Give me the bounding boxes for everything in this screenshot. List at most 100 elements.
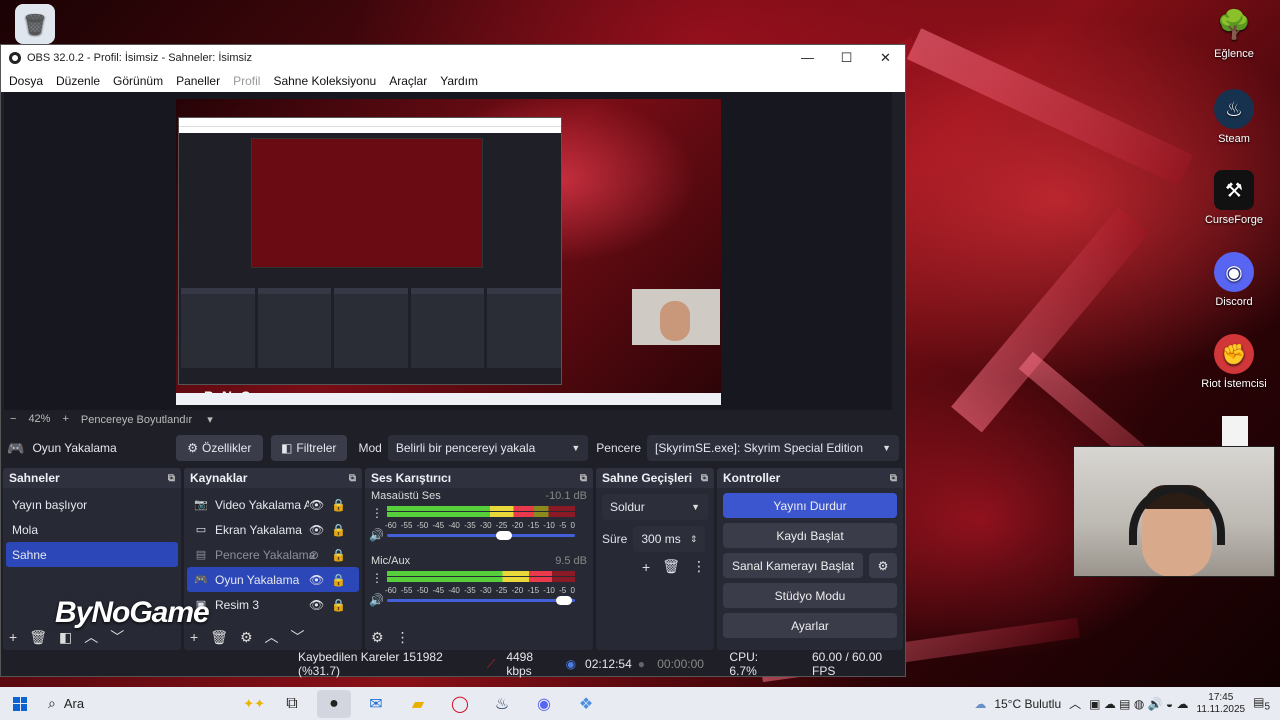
add-icon[interactable]: +	[642, 559, 650, 575]
outlook-icon[interactable]: ✉	[359, 690, 393, 718]
spin-arrows-icon[interactable]: ⇕	[690, 534, 698, 545]
eye-icon[interactable]: 👁	[309, 498, 324, 512]
speaker-icon[interactable]: 🔊	[369, 593, 384, 607]
undock-icon[interactable]: ⧉	[890, 473, 897, 484]
mode-select[interactable]: Belirli bir pencereyi yakala ▼	[387, 435, 589, 461]
clock[interactable]: 17:45 11.11.2025	[1197, 692, 1246, 716]
lock-icon[interactable]: 🔒	[331, 498, 346, 512]
eye-off-icon[interactable]: ⊘	[309, 548, 319, 562]
weather[interactable]: 15°C Bulutlu	[994, 697, 1061, 711]
eye-icon[interactable]: 👁	[309, 598, 324, 612]
scene-item[interactable]: Yayın başlıyor	[6, 492, 178, 517]
more-icon[interactable]: ⋮	[396, 629, 410, 646]
meter-tick: -55	[400, 586, 413, 595]
window-select[interactable]: [SkyrimSE.exe]: Skyrim Special Edition ▼	[647, 435, 899, 461]
opera-icon[interactable]: ◯	[443, 690, 477, 718]
discord-taskbar-icon[interactable]: ◉	[527, 690, 561, 718]
volume-slider[interactable]	[387, 531, 575, 540]
transition-select[interactable]: Soldur ▼	[602, 494, 708, 520]
start-recording-button[interactable]: Kaydı Başlat	[723, 523, 897, 548]
speaker-icon[interactable]: 🔊	[369, 528, 384, 542]
more-icon[interactable]: ⋮	[371, 506, 383, 520]
filter-icon[interactable]: ◧	[59, 629, 72, 646]
source-item[interactable]: ▣ Resim 3 👁 🔒	[187, 592, 359, 617]
lock-icon[interactable]: 🔒	[331, 548, 346, 562]
desktop-icon-curseforge[interactable]: ⚒ CurseForge	[1199, 170, 1269, 226]
source-item-hidden[interactable]: ▤ Pencere Yakalama ⊘ 🔒	[187, 542, 359, 567]
search-placeholder: Ara	[63, 696, 85, 711]
chevron-up-icon[interactable]: ︿	[84, 627, 98, 647]
zoom-in-button[interactable]: +	[62, 413, 68, 425]
source-item-selected[interactable]: 🎮 Oyun Yakalama 👁 🔒	[187, 567, 359, 592]
scene-item-selected[interactable]: Sahne	[6, 542, 178, 567]
obs-taskbar-icon[interactable]: ●	[317, 689, 351, 718]
start-virtual-camera-button[interactable]: Sanal Kamerayı Başlat	[723, 553, 863, 578]
maximize-button[interactable]: ☐	[827, 45, 866, 70]
menu-view[interactable]: Görünüm	[113, 74, 163, 88]
start-button[interactable]	[0, 696, 40, 711]
studio-mode-button[interactable]: Stüdyo Modu	[723, 583, 897, 608]
chevron-up-icon[interactable]: ︿	[1069, 695, 1081, 712]
source-item[interactable]: ▭ Ekran Yakalama 👁 🔒	[187, 517, 359, 542]
menu-docks[interactable]: Paneller	[176, 74, 220, 88]
properties-button[interactable]: ⚙ Özellikler	[175, 435, 263, 461]
fit-to-window-dropdown[interactable]: Pencereye Boyutlandır ▾	[81, 413, 213, 426]
desktop-icon-steam[interactable]: ♨ Steam	[1199, 89, 1269, 145]
folder-icon[interactable]: ▰	[401, 690, 435, 718]
menu-profile[interactable]: Profil	[233, 74, 260, 88]
recycle-bin-icon[interactable]: 🗑	[0, 4, 70, 48]
chevron-down-icon[interactable]: ﹀	[110, 627, 124, 647]
settings-button[interactable]: Ayarlar	[723, 613, 897, 638]
stop-streaming-button[interactable]: Yayını Durdur	[723, 493, 897, 518]
undock-icon[interactable]: ⧉	[580, 473, 587, 484]
undock-icon[interactable]: ⧉	[349, 473, 356, 484]
add-icon[interactable]: +	[9, 629, 17, 645]
lock-icon[interactable]: 🔒	[331, 573, 346, 587]
menu-tools[interactable]: Araçlar	[389, 74, 427, 88]
menu-file[interactable]: Dosya	[9, 74, 43, 88]
task-view-icon[interactable]: ⧉	[275, 690, 309, 718]
preview-area[interactable]: ByNoGame	[4, 92, 892, 410]
file-icon[interactable]	[1222, 416, 1248, 446]
volume-slider[interactable]	[387, 596, 575, 605]
filters-button[interactable]: ◧ Filtreler	[270, 435, 347, 461]
chevron-up-icon[interactable]: ︿	[265, 627, 279, 647]
desktop-icon-eglence[interactable]: 🌳 Eğlence	[1199, 4, 1269, 61]
zoom-out-button[interactable]: −	[10, 413, 16, 425]
steam-taskbar-icon[interactable]: ♨	[485, 690, 519, 718]
desktop-icon-discord[interactable]: ◉ Discord	[1199, 252, 1269, 308]
chevron-down-icon[interactable]: ﹀	[291, 627, 305, 647]
eye-icon[interactable]: 👁	[309, 573, 324, 587]
virtual-camera-settings-button[interactable]: ⚙	[869, 553, 897, 578]
lock-icon[interactable]: 🔒	[331, 598, 346, 612]
minimize-button[interactable]: —	[788, 45, 827, 70]
desktop-icon-label: CurseForge	[1204, 214, 1264, 226]
taskbar-search[interactable]: ⌕ Ara ✦✦	[40, 690, 275, 717]
duration-input[interactable]: 300 ms ⇕	[633, 526, 706, 552]
source-item[interactable]: 📷 Video Yakalama Ay 👁 🔒	[187, 492, 359, 517]
menu-help[interactable]: Yardım	[440, 74, 478, 88]
trash-icon[interactable]: 🗑	[210, 629, 228, 646]
tray-icons[interactable]: ▣ ☁ ▤ ◍ 🔊 ◒ ☁	[1089, 697, 1188, 711]
lock-icon[interactable]: 🔒	[331, 523, 346, 537]
menu-scene-collection[interactable]: Sahne Koleksiyonu	[273, 74, 376, 88]
meter-ticks: -60 -55 -50 -45 -40 -35 -30 -25 -20 -15 -10 -5 0	[385, 521, 575, 530]
menu-edit[interactable]: Düzenle	[56, 74, 100, 88]
gear-icon[interactable]: ⚙	[240, 629, 253, 646]
desktop-icon-riot[interactable]: ✊ Riot İstemcisi	[1199, 334, 1269, 390]
gear-icon[interactable]: ⚙	[371, 629, 384, 646]
channel-name: Mic/Aux	[371, 555, 411, 567]
close-button[interactable]: ✕	[866, 45, 905, 70]
undock-icon[interactable]: ⧉	[701, 473, 708, 484]
add-icon[interactable]: +	[190, 629, 198, 645]
trash-icon[interactable]: 🗑	[29, 629, 47, 646]
undock-icon[interactable]: ⧉	[168, 473, 175, 484]
program-preview[interactable]: ByNoGame	[176, 99, 721, 405]
eye-icon[interactable]: 👁	[309, 523, 324, 537]
scene-item[interactable]: Mola	[6, 517, 178, 542]
more-icon[interactable]: ⋮	[692, 558, 706, 575]
app-taskbar-icon[interactable]: ❖	[569, 690, 603, 718]
notification-icon[interactable]: ▤5	[1253, 695, 1270, 712]
more-icon[interactable]: ⋮	[371, 571, 383, 585]
trash-icon[interactable]: 🗑	[662, 558, 680, 575]
